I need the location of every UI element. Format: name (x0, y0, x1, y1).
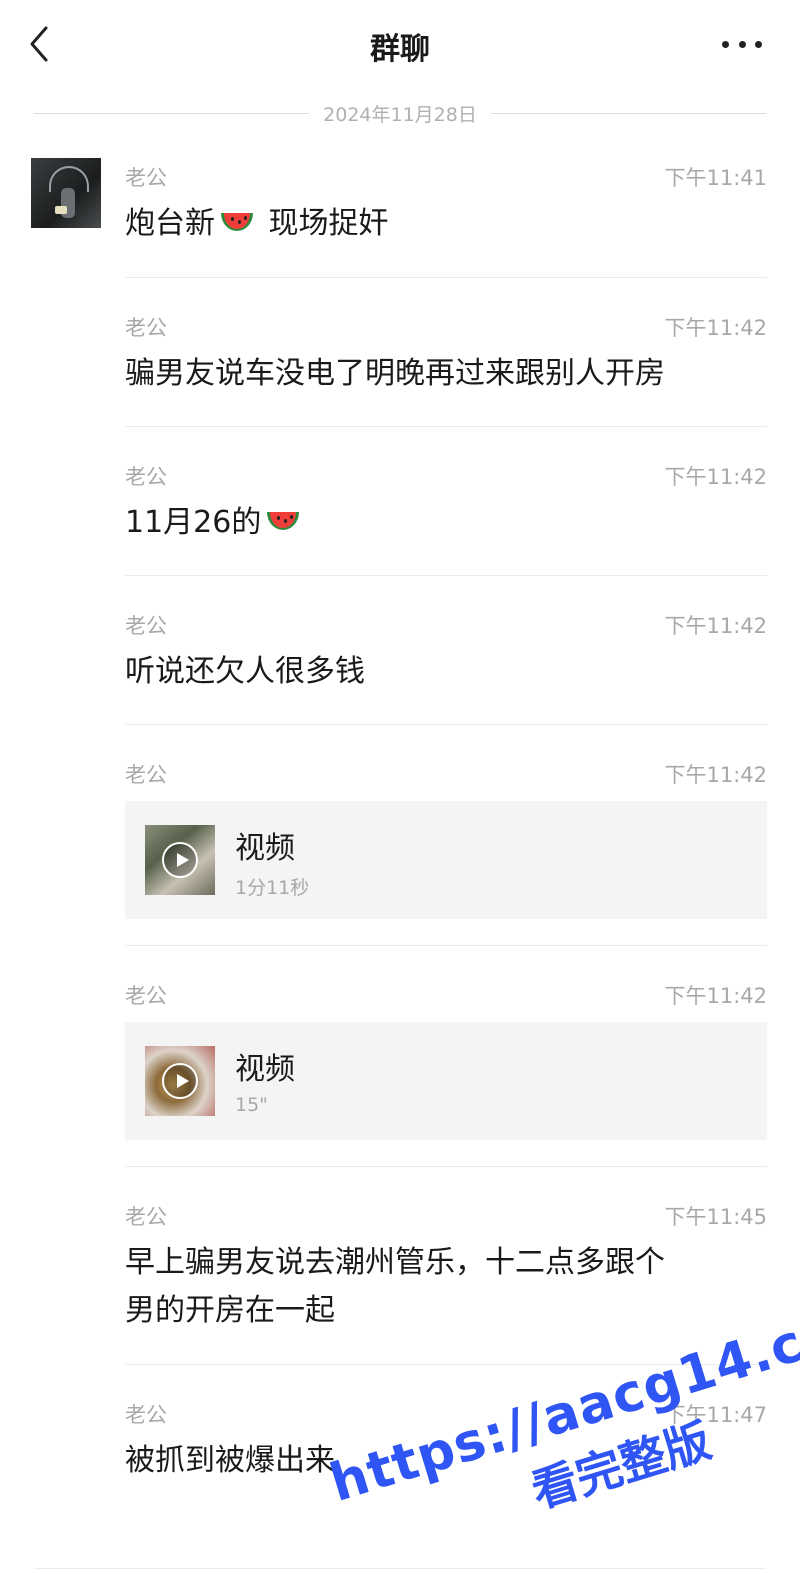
divider (125, 1166, 767, 1167)
sender-name: 老公 (125, 614, 167, 638)
video-card[interactable]: 视频 15" (125, 1022, 767, 1140)
header: 群聊 (0, 0, 800, 92)
video-title: 视频 (235, 1052, 295, 1087)
divider (125, 1364, 767, 1365)
more-dot-icon (738, 40, 746, 48)
page-title: 群聊 (370, 32, 430, 67)
sender-name: 老公 (125, 465, 167, 489)
divider (125, 945, 767, 946)
divider (125, 724, 767, 725)
message-text: 听说还欠人很多钱 (125, 654, 365, 689)
more-button[interactable] (722, 36, 762, 52)
message-text: 11月26的 (125, 499, 767, 547)
watermelon-icon (265, 512, 301, 534)
play-icon (162, 1063, 198, 1099)
message-item[interactable]: 老公 下午11:42 骗男友说车没电了明晚再过来跟别人开房 (125, 312, 767, 422)
sender-name: 老公 (125, 1205, 167, 1229)
message-item[interactable]: 老公 下午11:42 视频 1分11秒 (125, 759, 767, 919)
sender-name: 老公 (125, 763, 167, 787)
message-time: 下午11:42 (664, 614, 767, 638)
message-item[interactable]: 老公 下午11:42 视频 15" (125, 980, 767, 1140)
video-duration: 15" (235, 1094, 268, 1116)
date-label: 2024年11月28日 (323, 103, 477, 126)
more-dot-icon (755, 40, 762, 48)
message-text: 骗男友说车没电了明晚再过来跟别人开房 (125, 356, 665, 391)
message-text: 被抓到被爆出来 (125, 1443, 335, 1478)
video-thumbnail[interactable] (145, 1046, 215, 1116)
message-time: 下午11:42 (664, 465, 767, 489)
message-text: 早上骗男友说去潮州管乐，十二点多跟个 男的开房在一起 (125, 1245, 665, 1328)
message-item[interactable]: 老公 下午11:42 听说还欠人很多钱 (125, 610, 767, 720)
sender-name: 老公 (125, 984, 167, 1008)
message-item[interactable]: 老公 下午11:47 被抓到被爆出来 (125, 1399, 767, 1509)
video-duration: 1分11秒 (235, 877, 310, 899)
divider (34, 112, 310, 114)
message-time: 下午11:47 (664, 1403, 767, 1427)
message-time: 下午11:42 (664, 316, 767, 340)
divider (125, 426, 767, 427)
sender-name: 老公 (125, 166, 167, 190)
message-text: 炮台新 现场捉奸 (125, 200, 767, 248)
avatar[interactable] (31, 158, 101, 228)
video-title: 视频 (235, 831, 295, 866)
divider (34, 1568, 766, 1569)
message-item[interactable]: 老公 下午11:42 11月26的 (125, 461, 767, 571)
message-time: 下午11:42 (664, 763, 767, 787)
more-dot-icon (722, 40, 729, 48)
message-time: 下午11:42 (664, 984, 767, 1008)
message-item[interactable]: 老公 下午11:45 早上骗男友说去潮州管乐，十二点多跟个 男的开房在一起 (125, 1201, 767, 1351)
divider (125, 277, 767, 278)
video-thumbnail[interactable] (145, 825, 215, 895)
sender-name: 老公 (125, 1403, 167, 1427)
divider (125, 575, 767, 576)
sender-name: 老公 (125, 316, 167, 340)
date-separator: 2024年11月28日 (34, 98, 766, 128)
video-card[interactable]: 视频 1分11秒 (125, 801, 767, 919)
message-item[interactable]: 老公 下午11:41 炮台新 现场捉奸 (125, 162, 767, 272)
message-time: 下午11:41 (664, 166, 767, 190)
divider (490, 112, 766, 114)
watermelon-icon (219, 213, 255, 235)
play-icon (162, 842, 198, 878)
message-time: 下午11:45 (664, 1205, 767, 1229)
